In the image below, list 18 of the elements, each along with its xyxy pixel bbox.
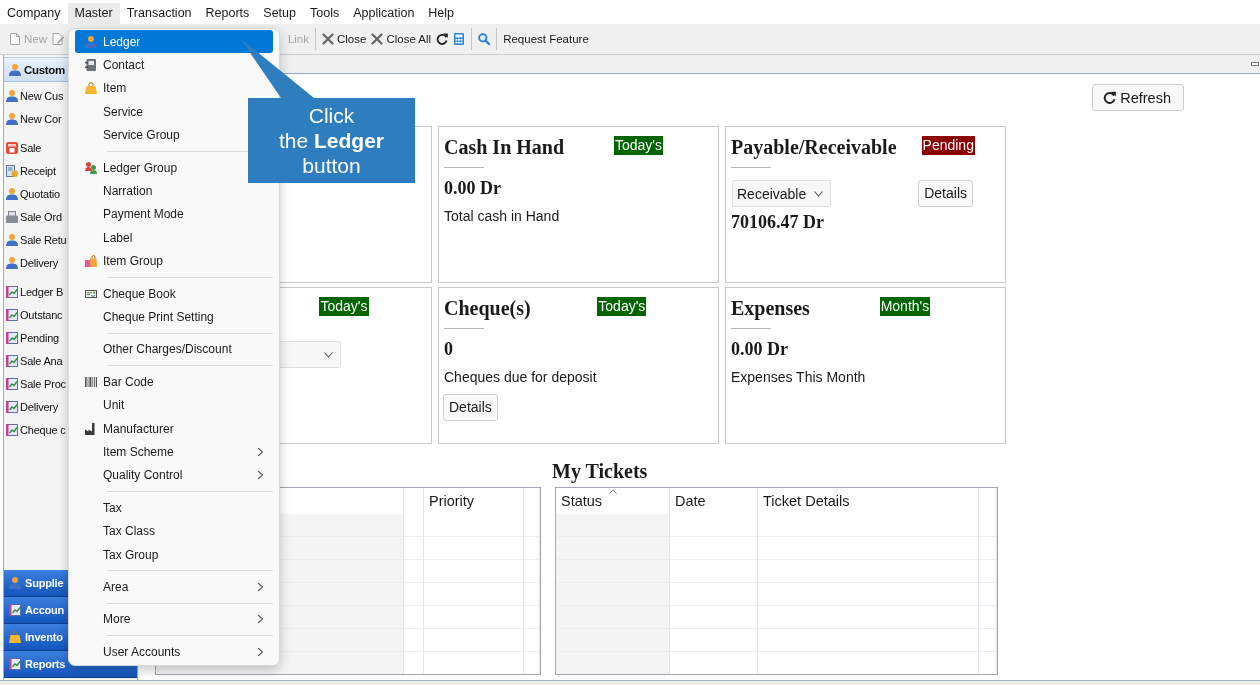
card-caption: Cheques due for deposit (444, 368, 597, 387)
card-badge: Month's (879, 296, 931, 316)
card-caption: Expenses This Month (731, 368, 866, 387)
section-title: My Tickets (552, 460, 648, 482)
card-amount: 0.00 Dr (731, 339, 788, 359)
card-badge: Today's (597, 296, 647, 316)
card-title: Expenses (731, 296, 810, 322)
card-amount: 0 (444, 339, 453, 359)
tooltip-text: Click the Ledger button (278, 103, 384, 178)
card-badge: Today's (319, 296, 369, 316)
card-title: Cash In Hand (444, 135, 565, 160)
card-badge: Pending (921, 135, 975, 155)
card-badge: Today's (614, 135, 664, 155)
card-title: Cheque(s) (444, 296, 531, 322)
card-amount: 0.00 Dr (444, 178, 501, 198)
card-amount: 70106.47 Dr (731, 212, 824, 232)
card-title: Payable/Receivable (731, 135, 897, 161)
card-caption: Total cash in Hand (444, 207, 560, 226)
